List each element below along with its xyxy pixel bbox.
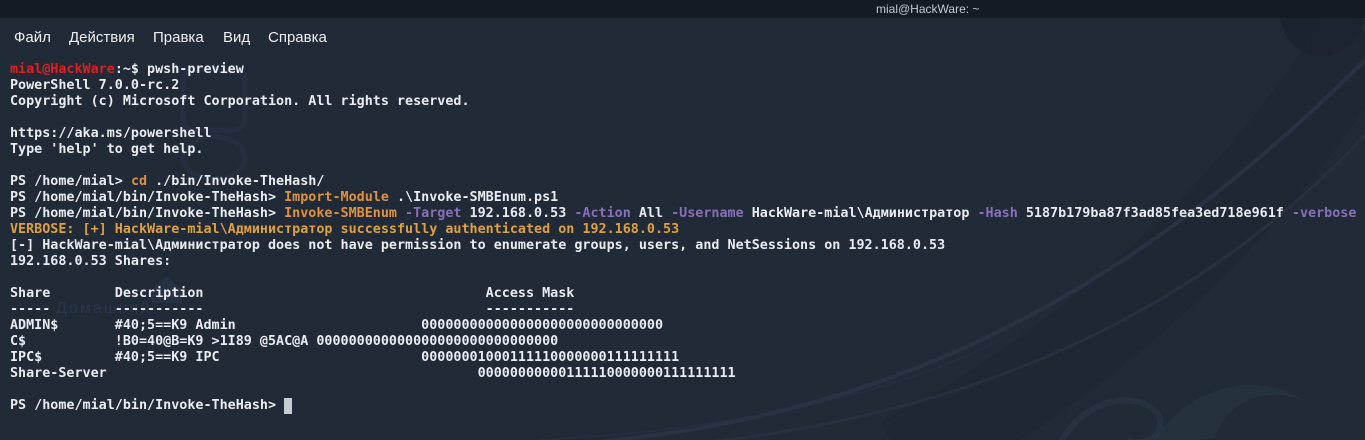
terminal-text-segment: PS /home/mial/bin/Invoke-TheHash> — [10, 398, 284, 413]
terminal-line — [10, 382, 1365, 398]
terminal-line: Type 'help' to get help. — [10, 142, 1365, 158]
terminal-line: Copyright (c) Microsoft Corporation. All… — [10, 94, 1365, 110]
menu-item-edit[interactable]: Правка — [153, 29, 204, 46]
menubar: Файл Действия Правка Вид Справка — [0, 18, 1365, 56]
terminal-text-segment: 192.168.0.53 Shares: — [10, 254, 171, 269]
terminal-text-segment: 192.168.0.53 — [461, 206, 574, 221]
terminal-text-segment: cd — [131, 174, 147, 189]
terminal-line — [10, 270, 1365, 286]
terminal-line: ADMIN$ #40;5==K9 Admin 00000000000000000… — [10, 318, 1365, 334]
terminal-text-segment: All — [631, 206, 671, 221]
terminal-text-segment: Share Description Access Mask — [10, 286, 574, 301]
terminal-line: https://aka.ms/powershell — [10, 126, 1365, 142]
terminal-line: PS /home/mial/bin/Invoke-TheHash> Import… — [10, 190, 1365, 206]
window-title: mial@HackWare: ~ — [876, 2, 979, 16]
terminal-text-segment: mial@HackWare — [10, 62, 115, 77]
terminal-text-segment: -Username — [671, 206, 744, 221]
terminal-text-segment: PS /home/mial/bin/Invoke-TheHash> — [10, 190, 284, 205]
terminal-line: PS /home/mial/bin/Invoke-TheHash> Invoke… — [10, 206, 1365, 222]
terminal[interactable]: mial@HackWare:~$ pwsh-previewPowerShell … — [0, 54, 1365, 440]
terminal-text-segment: PS /home/mial> — [10, 174, 131, 189]
terminal-line: ----- ----------- ----------- — [10, 302, 1365, 318]
terminal-text-segment: HackWare-mial\Администратор — [744, 206, 978, 221]
terminal-text-segment: ADMIN$ #40;5==K9 Admin 00000000000000000… — [10, 318, 663, 333]
terminal-line: Share Description Access Mask — [10, 286, 1365, 302]
terminal-text-segment: PS /home/mial/bin/Invoke-TheHash> — [10, 206, 284, 221]
terminal-text-segment: PowerShell 7.0.0-rc.2 — [10, 78, 179, 93]
terminal-line — [10, 110, 1365, 126]
terminal-text-segment: Copyright (c) Microsoft Corporation. All… — [10, 94, 470, 109]
terminal-text-segment: C$ !B0=40@B=K9 >1I89 @5AC@A 000000000000… — [10, 334, 558, 349]
terminal-text-segment: Type 'help' to get help. — [10, 142, 203, 157]
terminal-text-segment: VERBOSE: [+] HackWare-mial\Администратор… — [10, 222, 679, 237]
terminal-line: 192.168.0.53 Shares: — [10, 254, 1365, 270]
terminal-line: PowerShell 7.0.0-rc.2 — [10, 78, 1365, 94]
terminal-text-segment: -Target — [405, 206, 461, 221]
window-titlebar[interactable]: mial@HackWare: ~ — [0, 0, 1365, 18]
terminal-line: C$ !B0=40@B=K9 >1I89 @5AC@A 000000000000… — [10, 334, 1365, 350]
menu-item-actions[interactable]: Действия — [69, 29, 135, 46]
menu-item-view[interactable]: Вид — [223, 29, 250, 46]
terminal-text-segment: -Action — [574, 206, 630, 221]
terminal-line: VERBOSE: [+] HackWare-mial\Администратор… — [10, 222, 1365, 238]
terminal-text-segment: ----- ----------- ----------- — [10, 302, 574, 317]
terminal-text-segment: Share-Server 000000000001111100000001111… — [10, 366, 736, 381]
terminal-text-segment: -verbose — [1292, 206, 1357, 221]
terminal-text-segment: -Hash — [977, 206, 1017, 221]
terminal-line: mial@HackWare:~$ pwsh-preview — [10, 62, 1365, 78]
terminal-line: PS /home/mial/bin/Invoke-TheHash> — [10, 398, 1365, 414]
terminal-line — [10, 158, 1365, 174]
terminal-text-segment: [-] HackWare-mial\Администратор does not… — [10, 238, 945, 253]
terminal-cursor — [284, 398, 292, 414]
terminal-line: [-] HackWare-mial\Администратор does not… — [10, 238, 1365, 254]
terminal-text-segment: Invoke-SMBEnum — [284, 206, 397, 221]
terminal-text-segment: 5187b179ba87f3ad85fea3ed718e961f — [1018, 206, 1292, 221]
terminal-line: PS /home/mial> cd ./bin/Invoke-TheHash/ — [10, 174, 1365, 190]
terminal-line: IPC$ #40;5==K9 IPC 000000010001111100000… — [10, 350, 1365, 366]
menu-item-file[interactable]: Файл — [14, 29, 51, 46]
terminal-text-segment — [397, 206, 405, 221]
terminal-line: Share-Server 000000000001111100000001111… — [10, 366, 1365, 382]
terminal-text-segment: :~$ pwsh-preview — [115, 62, 244, 77]
terminal-text-segment: IPC$ #40;5==K9 IPC 000000010001111100000… — [10, 350, 679, 365]
terminal-text-segment: Import-Module — [284, 190, 389, 205]
terminal-text-segment: .\Invoke-SMBEnum.ps1 — [389, 190, 558, 205]
terminal-window: Домашний mial@HackWare: ~ ФайлДействияПр… — [0, 0, 1365, 440]
menu-item-help[interactable]: Справка — [268, 29, 327, 46]
terminal-text-segment: https://aka.ms/powershell — [10, 126, 212, 141]
terminal-text-segment: ./bin/Invoke-TheHash/ — [147, 174, 324, 189]
